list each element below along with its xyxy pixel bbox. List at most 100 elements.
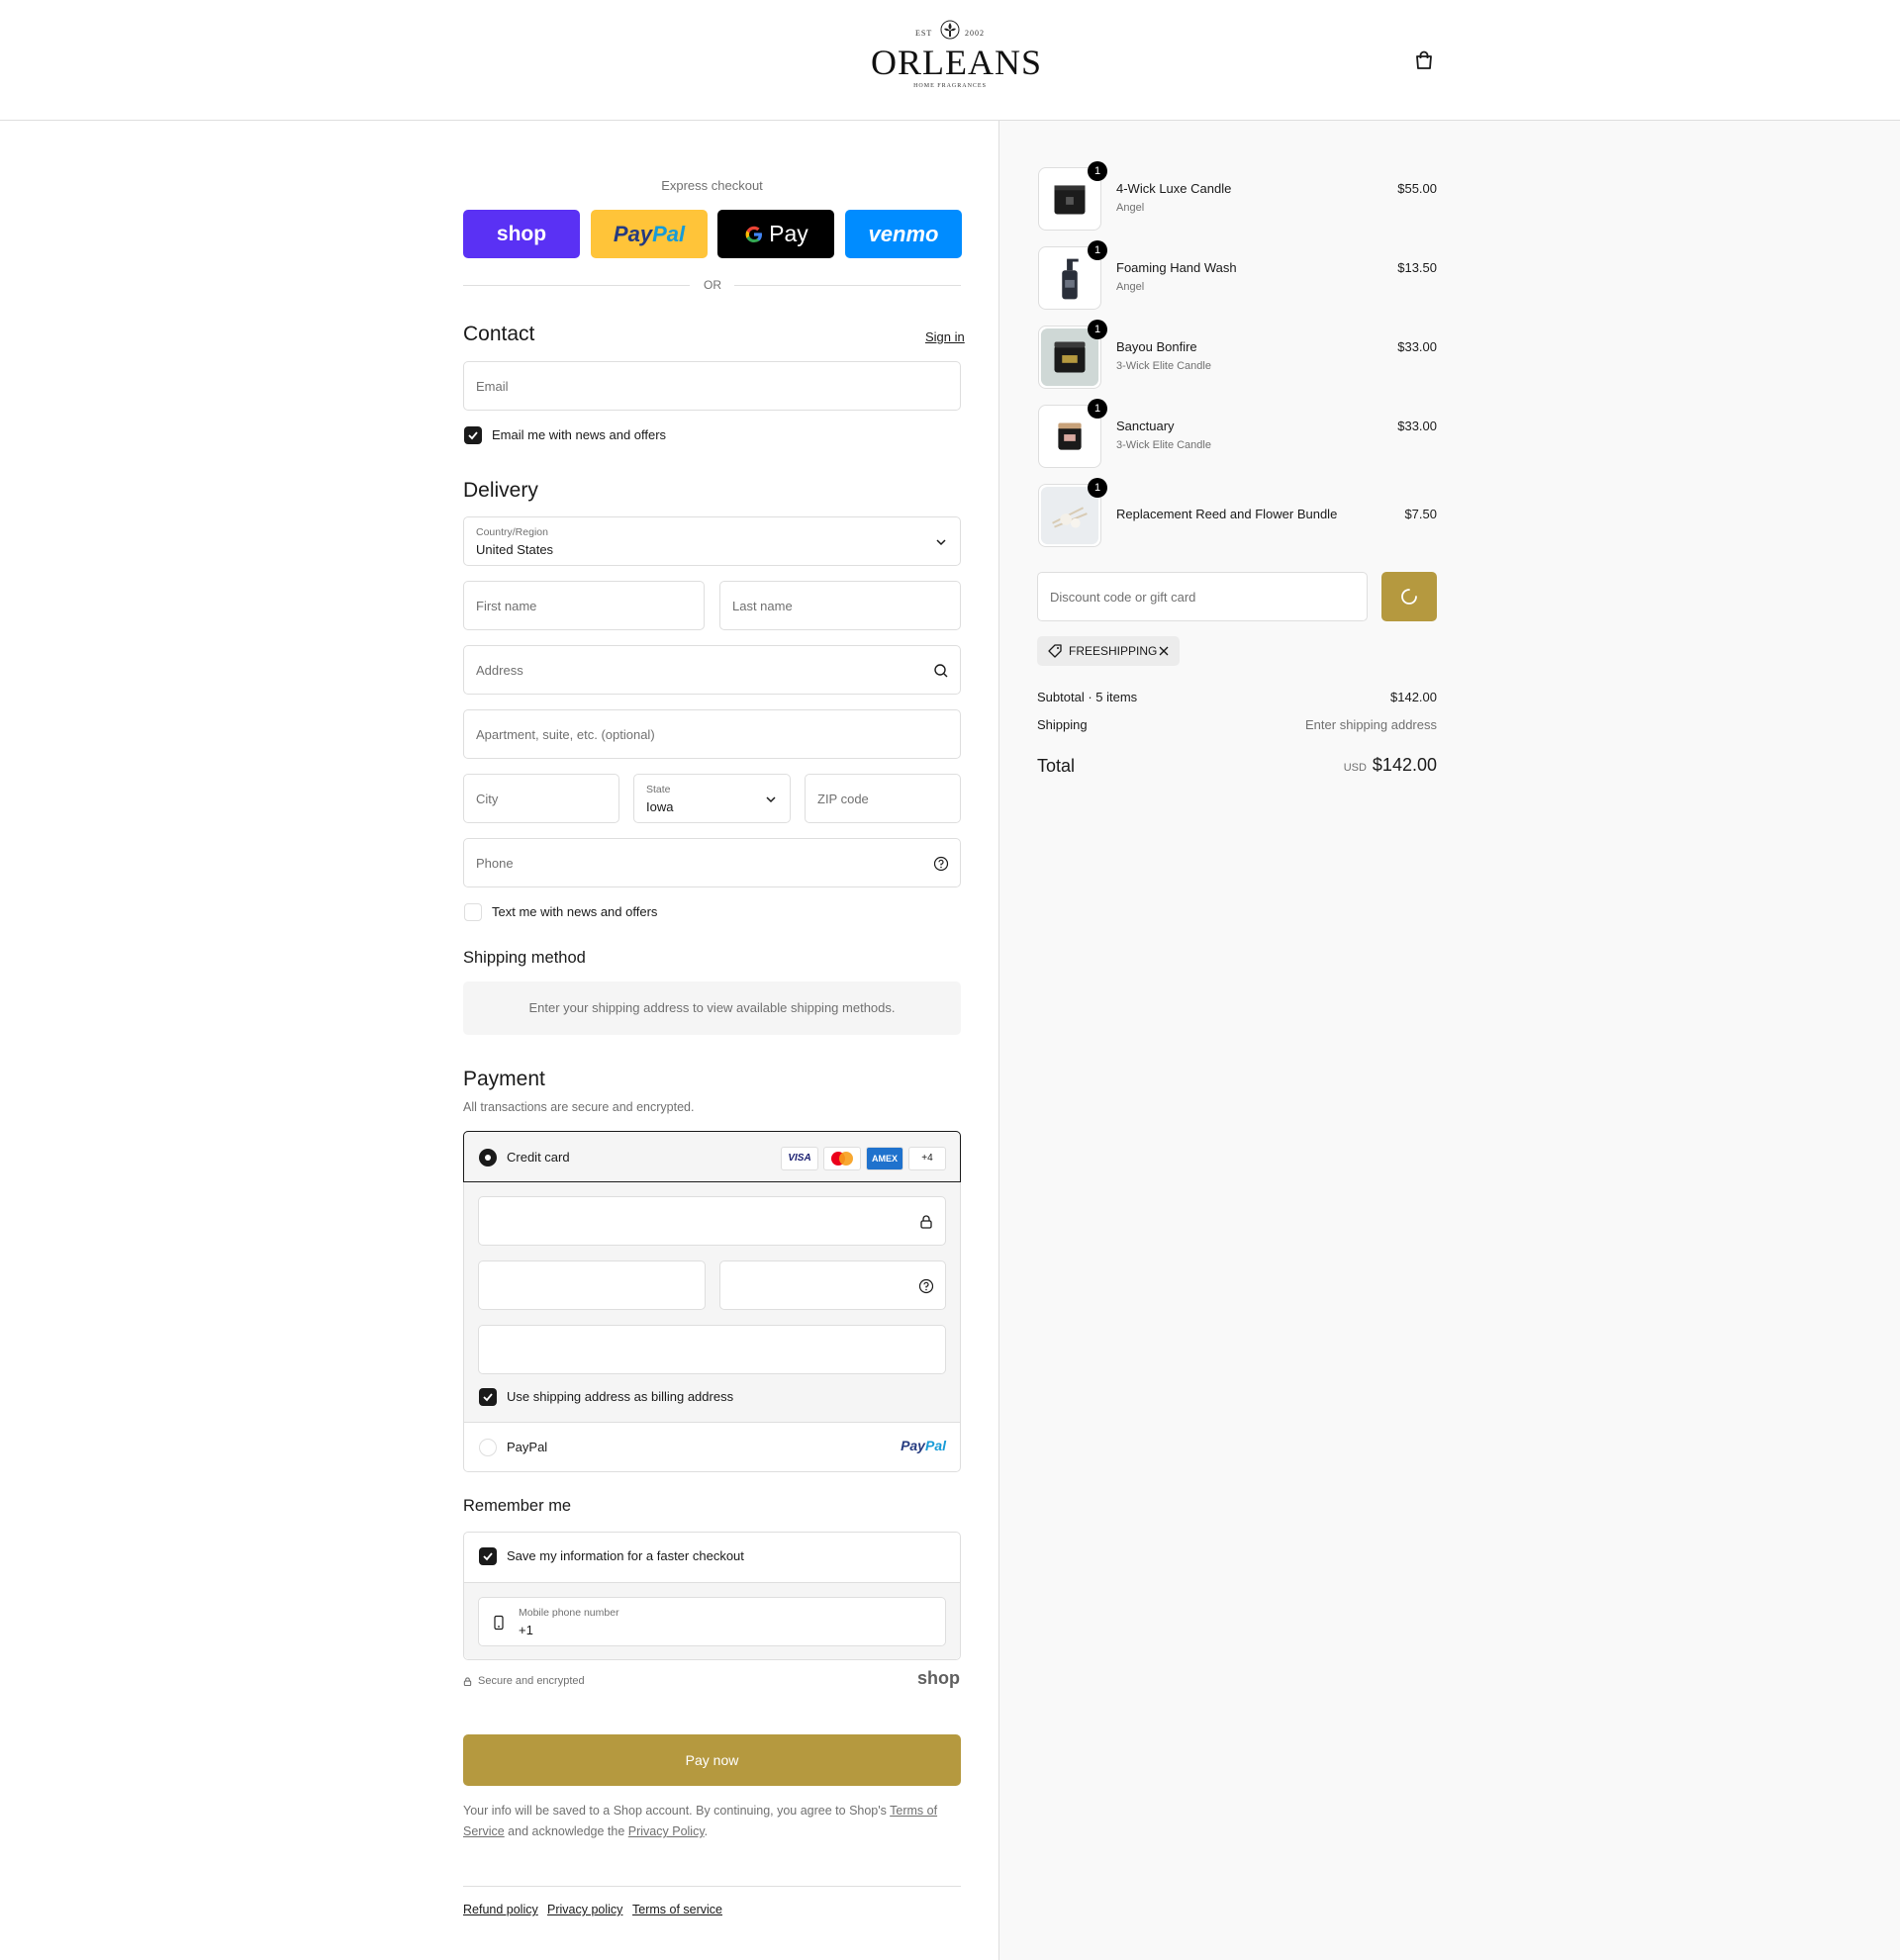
fleur-de-lis-icon: [940, 20, 960, 40]
venmo-button[interactable]: venmo: [845, 210, 962, 258]
tag-icon: [1048, 644, 1062, 658]
legal-text-1: Your info will be saved to a Shop accoun…: [463, 1804, 891, 1818]
google-pay-button[interactable]: Pay: [717, 210, 834, 258]
lock-icon: [463, 1677, 472, 1686]
paypal-radio[interactable]: [479, 1439, 497, 1456]
shop-logo: shop: [917, 1668, 960, 1688]
discount-code-field[interactable]: Discount code or gift card: [1037, 572, 1368, 621]
shop-pay-button[interactable]: shop: [463, 210, 580, 258]
address-field[interactable]: Address: [463, 645, 961, 695]
footer-divider: [463, 1886, 961, 1887]
email-field[interactable]: Email: [463, 361, 961, 411]
card-name-field[interactable]: [478, 1325, 946, 1374]
divider-left: [463, 285, 690, 286]
item-image-reed-bundle: 1: [1038, 478, 1107, 547]
currency-code: USD: [1343, 762, 1367, 774]
billing-same-checkbox[interactable]: [479, 1388, 497, 1406]
item-name: 4-Wick Luxe Candle: [1116, 181, 1232, 196]
phone-placeholder: Phone: [476, 856, 514, 871]
more-cards-badge: +4: [908, 1147, 946, 1170]
item-image-bayou-bonfire: 1: [1038, 320, 1107, 389]
refund-policy-link[interactable]: Refund policy: [463, 1903, 538, 1916]
chevron-down-icon: [936, 539, 946, 546]
shipping-method-title: Shipping method: [463, 949, 586, 967]
card-expiry-field[interactable]: [478, 1260, 706, 1310]
credit-card-label: Credit card: [507, 1150, 570, 1165]
text-offers-label: Text me with news and offers: [492, 904, 658, 919]
mastercard-badge: [823, 1147, 861, 1170]
country-value: United States: [476, 542, 554, 557]
shopping-bag-icon[interactable]: [1413, 49, 1435, 71]
express-checkout-title: Express checkout: [661, 178, 763, 193]
country-select[interactable]: Country/Region United States: [463, 516, 961, 566]
terms-of-service-link[interactable]: Terms of service: [632, 1903, 722, 1916]
city-placeholder: City: [476, 792, 499, 806]
sign-in-link[interactable]: Sign in: [925, 329, 965, 344]
store-logo[interactable]: EST 2002 ORLEANS HOME FRAGRANCES: [871, 20, 1041, 93]
help-circle-icon[interactable]: [933, 856, 949, 872]
or-divider-label: OR: [704, 278, 721, 292]
apply-discount-button[interactable]: [1381, 572, 1437, 621]
applied-discount-tag: FREESHIPPING: [1037, 636, 1180, 666]
paypal-option[interactable]: PayPal PayPal: [464, 1424, 960, 1471]
state-value: Iowa: [646, 799, 674, 814]
item-price: $33.00: [1397, 419, 1437, 433]
chevron-down-icon: [766, 796, 776, 803]
item-image-hand-wash: 1: [1038, 240, 1107, 310]
first-name-field[interactable]: First name: [463, 581, 705, 630]
help-circle-icon[interactable]: [918, 1278, 934, 1294]
last-name-field[interactable]: Last name: [719, 581, 961, 630]
email-news-checkbox[interactable]: [464, 426, 482, 444]
save-info-checkbox[interactable]: [479, 1547, 497, 1565]
check-icon: [468, 431, 478, 440]
remember-me-box: Save my information for a faster checkou…: [463, 1532, 961, 1660]
check-icon: [483, 1552, 493, 1561]
google-pay-label: Pay: [769, 221, 808, 246]
first-name-placeholder: First name: [476, 599, 537, 613]
item-price: $13.50: [1397, 260, 1437, 275]
order-summary-panel: [998, 121, 1900, 1960]
item-variant: 3-Wick Elite Candle: [1116, 360, 1211, 372]
logo-subtitle: HOME FRAGRANCES: [913, 83, 987, 89]
venmo-label: venmo: [868, 221, 939, 246]
apartment-field[interactable]: Apartment, suite, etc. (optional): [463, 709, 961, 759]
item-price: $55.00: [1397, 181, 1437, 196]
pay-now-button[interactable]: Pay now: [463, 1734, 961, 1786]
item-qty-badge: 1: [1088, 399, 1107, 419]
item-variant: Angel: [1116, 202, 1145, 214]
mobile-phone-field[interactable]: Mobile phone number +1: [478, 1597, 946, 1646]
card-cvv-field[interactable]: [719, 1260, 946, 1310]
shipping-method-message: Enter your shipping address to view avai…: [463, 981, 961, 1035]
item-price: $7.50: [1404, 507, 1437, 521]
city-field[interactable]: City: [463, 774, 619, 823]
item-qty-badge: 1: [1088, 478, 1107, 498]
paypal-button[interactable]: Pay Pal: [591, 210, 708, 258]
credit-card-option[interactable]: Credit card VISA AMEX +4: [463, 1131, 961, 1182]
paypal-logo: PayPal: [901, 1438, 946, 1453]
privacy-policy-link[interactable]: Privacy policy: [547, 1903, 622, 1916]
close-icon[interactable]: [1158, 645, 1170, 657]
payment-subtitle: All transactions are secure and encrypte…: [463, 1100, 695, 1114]
zip-placeholder: ZIP code: [817, 792, 869, 806]
shop-privacy-link[interactable]: Privacy Policy: [628, 1824, 705, 1838]
shipping-value: Enter shipping address: [1305, 717, 1437, 732]
shop-pay-label: shop: [496, 222, 547, 245]
mobile-phone-value: +1: [519, 1623, 533, 1637]
shipping-label: Shipping: [1037, 717, 1088, 732]
state-select[interactable]: State Iowa: [633, 774, 791, 823]
item-name: Sanctuary: [1116, 419, 1175, 433]
discount-placeholder: Discount code or gift card: [1050, 590, 1196, 605]
zip-field[interactable]: ZIP code: [805, 774, 961, 823]
text-offers-checkbox[interactable]: [464, 903, 482, 921]
total-label: Total: [1037, 756, 1076, 776]
loading-spinner-icon: [1401, 589, 1417, 605]
item-name: Foaming Hand Wash: [1116, 260, 1237, 275]
credit-card-radio[interactable]: [479, 1149, 497, 1167]
phone-field[interactable]: Phone: [463, 838, 961, 887]
lock-icon: [920, 1215, 932, 1229]
card-number-field[interactable]: [478, 1196, 946, 1246]
logo-year: 2002: [965, 29, 985, 38]
delivery-title: Delivery: [463, 479, 538, 502]
save-info-label: Save my information for a faster checkou…: [507, 1548, 744, 1563]
last-name-placeholder: Last name: [732, 599, 793, 613]
